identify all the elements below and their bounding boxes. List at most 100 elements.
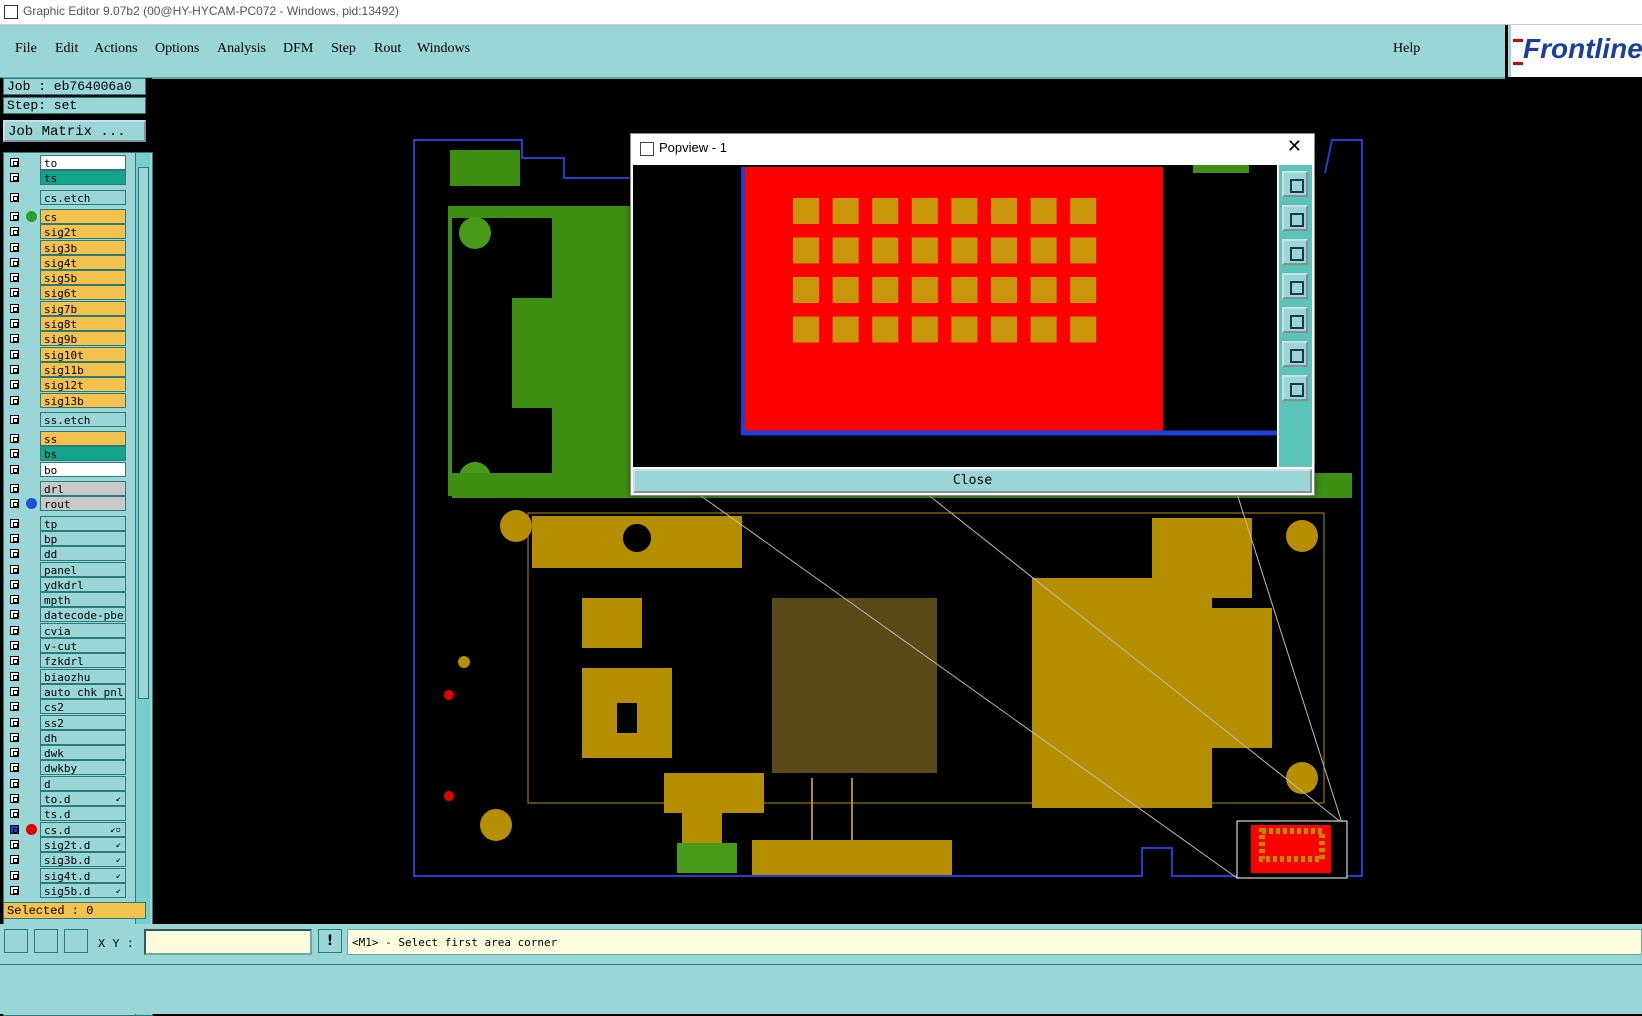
layer-checkbox[interactable]: [10, 227, 19, 237]
layer-name[interactable]: to.d ↙: [40, 791, 126, 806]
layer-checkbox[interactable]: [10, 484, 19, 493]
layer-row[interactable]: ts: [4, 170, 128, 186]
scrollbar-thumb[interactable]: [138, 167, 149, 699]
layer-row[interactable]: sig3b: [4, 239, 128, 256]
edit-mode-icon[interactable]: [34, 929, 58, 953]
layer-row[interactable]: d: [4, 775, 128, 792]
layer-name[interactable]: sig13b: [40, 392, 126, 408]
layer-list-scrollbar[interactable]: [135, 153, 150, 1015]
layer-name[interactable]: auto_chk_pnl: [40, 683, 126, 699]
layer-checkbox[interactable]: [10, 434, 19, 444]
popview-pan-right-icon[interactable]: [1282, 307, 1308, 333]
layer-checkbox[interactable]: [10, 824, 19, 834]
layer-row[interactable]: bp: [4, 530, 128, 547]
layer-checkbox[interactable]: [10, 564, 19, 574]
layer-checkbox[interactable]: [10, 242, 19, 252]
layer-name[interactable]: ts: [40, 170, 126, 186]
layer-row[interactable]: datecode-pbe: [4, 607, 128, 623]
popview-pan-up-icon[interactable]: [1282, 205, 1308, 231]
layer-name[interactable]: panel: [40, 561, 126, 577]
layer-row[interactable]: cs: [4, 208, 128, 225]
layer-name[interactable]: cs.etch: [40, 189, 126, 205]
layer-checkbox[interactable]: [10, 794, 19, 803]
layer-row[interactable]: sig4t.d ↙: [4, 867, 128, 884]
layer-name[interactable]: sig4t: [40, 254, 126, 270]
layer-name[interactable]: sig10t: [40, 346, 126, 362]
job-matrix-button[interactable]: Job Matrix ...: [3, 120, 146, 142]
layer-name[interactable]: sig5b: [40, 270, 126, 286]
popview-fit-icon[interactable]: [1282, 341, 1308, 367]
layer-name[interactable]: sig6t: [40, 285, 126, 301]
layer-name[interactable]: rout: [40, 496, 126, 512]
popview-center-icon[interactable]: [1282, 375, 1308, 401]
layer-checkbox[interactable]: [10, 414, 19, 424]
layer-row[interactable]: cs.d ↙▫: [4, 821, 128, 838]
menu-dfm[interactable]: DFM: [283, 41, 313, 57]
menu-rout[interactable]: Rout: [374, 41, 401, 57]
layer-checkbox[interactable]: [10, 158, 19, 167]
layer-name[interactable]: sig3b: [40, 239, 126, 255]
layer-checkbox[interactable]: [10, 380, 19, 390]
popview-canvas[interactable]: [633, 165, 1277, 467]
layer-checkbox[interactable]: [10, 257, 19, 267]
layer-checkbox[interactable]: [10, 839, 19, 849]
layer-checkbox[interactable]: [10, 349, 19, 359]
layer-name[interactable]: cs: [40, 208, 126, 224]
layer-name[interactable]: biaozhu: [40, 668, 126, 684]
layer-row[interactable]: cs2: [4, 699, 128, 715]
layer-row[interactable]: sig5b: [4, 270, 128, 286]
layer-checkbox[interactable]: [10, 748, 19, 758]
layer-name[interactable]: sig11b: [40, 361, 126, 377]
layer-checkbox[interactable]: [10, 595, 19, 605]
layer-row[interactable]: cvia: [4, 622, 128, 639]
layer-checkbox[interactable]: [10, 625, 19, 635]
menu-file[interactable]: File: [15, 41, 37, 57]
layer-name[interactable]: sig8t: [40, 316, 126, 331]
layer-checkbox[interactable]: [10, 303, 19, 313]
layer-checkbox[interactable]: [10, 499, 19, 509]
layer-checkbox[interactable]: [10, 533, 19, 543]
layer-name[interactable]: cs.d ↙▫: [40, 821, 126, 837]
layer-row[interactable]: cs.etch: [4, 189, 128, 206]
layer-name[interactable]: ydkdrl: [40, 576, 126, 592]
cursor-mode-icon[interactable]: [4, 929, 28, 953]
layer-name[interactable]: dh: [40, 729, 126, 745]
layer-row[interactable]: ydkdrl: [4, 576, 128, 593]
layer-row[interactable]: tp: [4, 515, 128, 532]
layer-checkbox[interactable]: [10, 885, 19, 895]
grid-icon[interactable]: [64, 929, 88, 953]
layer-name[interactable]: bo: [40, 461, 126, 477]
layer-checkbox[interactable]: [10, 717, 19, 727]
layer-name[interactable]: bs: [40, 446, 126, 462]
layer-checkbox[interactable]: [10, 192, 19, 202]
layer-row[interactable]: sig6t: [4, 285, 128, 301]
alert-icon[interactable]: !: [318, 929, 342, 953]
layer-name[interactable]: v-cut: [40, 638, 126, 653]
layer-checkbox[interactable]: [10, 395, 19, 405]
layer-checkbox[interactable]: [10, 870, 19, 880]
menu-actions[interactable]: Actions: [94, 41, 138, 57]
layer-row[interactable]: sig11b: [4, 361, 128, 378]
layer-checkbox[interactable]: [10, 464, 19, 474]
layer-row[interactable]: ss.etch: [4, 411, 128, 428]
popview-close-button[interactable]: Close: [633, 469, 1312, 493]
popview-pan-down-icon[interactable]: [1282, 239, 1308, 265]
layer-checkbox[interactable]: [10, 702, 19, 712]
layer-row[interactable]: sig13b: [4, 392, 128, 409]
layer-row[interactable]: bs: [4, 446, 128, 462]
layer-row[interactable]: v-cut: [4, 638, 128, 654]
layer-checkbox[interactable]: [10, 334, 19, 344]
layer-row[interactable]: sig5b.d ↙: [4, 882, 128, 899]
menu-analysis[interactable]: Analysis: [217, 41, 266, 57]
layer-name[interactable]: drl: [40, 481, 126, 496]
layer-row[interactable]: drl: [4, 481, 128, 497]
layer-checkbox[interactable]: [10, 855, 19, 865]
layer-name[interactable]: mpth: [40, 592, 126, 608]
layer-row[interactable]: auto_chk_pnl: [4, 683, 128, 700]
layer-row[interactable]: sig3b.d ↙: [4, 852, 128, 868]
layer-row[interactable]: sig10t: [4, 346, 128, 363]
layer-row[interactable]: sig2t: [4, 224, 128, 240]
layer-checkbox[interactable]: [10, 686, 19, 696]
layer-checkbox[interactable]: [10, 549, 19, 559]
layer-checkbox[interactable]: [10, 364, 19, 374]
